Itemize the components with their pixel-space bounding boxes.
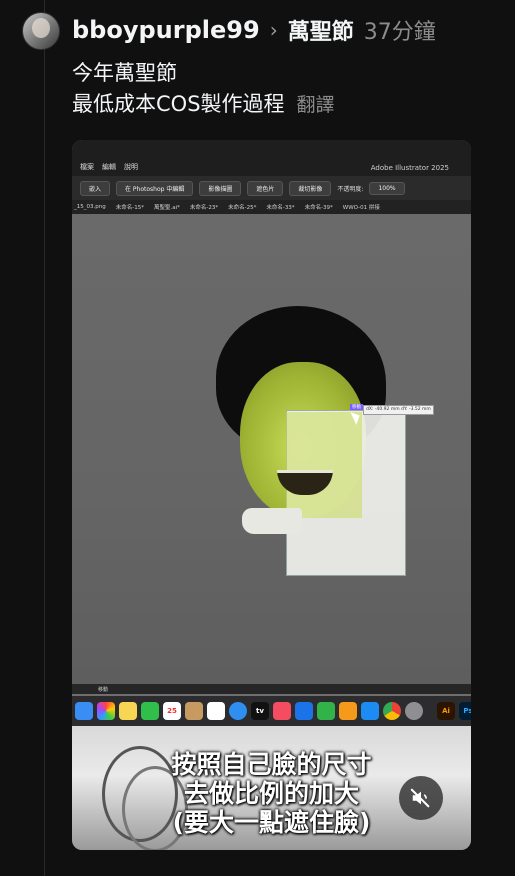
post-caption: 今年萬聖節 最低成本COS製作過程 翻譯 [72, 58, 335, 121]
appstore-icon [361, 702, 379, 720]
menu-file: 檔案 [80, 163, 94, 171]
settings-icon [405, 702, 423, 720]
illustrator-menubar: 檔案 編輯 說明 Adobe Illustrator 2025 [72, 140, 471, 176]
topic-tag[interactable]: 萬聖節 [288, 14, 354, 46]
caption-line-2-text: 最低成本COS製作過程 [72, 92, 285, 116]
illustrator-statusbar: 移動 [72, 684, 471, 694]
chevron-right-icon: › [269, 18, 278, 42]
caption-line-2: 最低成本COS製作過程 翻譯 [72, 89, 335, 121]
keynote-icon [295, 702, 313, 720]
speaker-muted-icon [410, 788, 430, 808]
collar-shape [242, 508, 302, 534]
calendar-icon: 25 [163, 702, 181, 720]
pages-icon [339, 702, 357, 720]
doc-tab: 未命名-23* [189, 205, 219, 211]
image-trace-button: 影像描圖 [199, 180, 242, 196]
appletv-icon: tv [251, 702, 269, 720]
translate-button[interactable]: 翻譯 [297, 94, 335, 116]
illustrator-menus: 檔案 編輯 說明 [80, 162, 138, 172]
username-link[interactable]: bboypurple99 [72, 16, 260, 44]
doc-tab: 未命名-39* [304, 205, 333, 211]
post-header: bboypurple99 › 萬聖節 37分鐘 [72, 12, 436, 48]
status-text: 移動 [98, 687, 109, 693]
music-icon [273, 702, 291, 720]
illustrator-title: Adobe Illustrator 2025 [370, 164, 449, 172]
photos-icon [97, 702, 115, 720]
cursor-readout: dX: -40.92 mm dY: -3.52 mm [363, 405, 434, 415]
numbers-icon [317, 702, 335, 720]
doc-tab: 未命名-33* [266, 205, 295, 211]
caption-line-1: 今年萬聖節 [72, 61, 177, 85]
finder-icon [75, 702, 93, 720]
post-timestamp: 37分鐘 [363, 20, 436, 45]
menu-edit: 編輯 [102, 163, 116, 171]
embed-button: 嵌入 [80, 180, 111, 196]
reminders-icon [207, 702, 225, 720]
opacity-value: 100% [369, 181, 405, 195]
doc-tab: _15_03.png [74, 204, 106, 210]
chrome-icon [383, 702, 401, 720]
opacity-label: 不透明度: [337, 185, 364, 193]
photoshop-edit-button: 在 Photoshop 中編輯 [116, 180, 194, 196]
video-player[interactable]: 檔案 編輯 說明 Adobe Illustrator 2025 嵌入 在 Pho… [72, 140, 471, 850]
doc-tab: 未命名-15* [115, 205, 144, 211]
face-overlay [286, 412, 362, 518]
doc-tab: 未命名-25* [228, 205, 257, 211]
photoshop-icon: Ps [459, 702, 471, 720]
crop-image-button: 裁切影像 [289, 180, 332, 196]
contacts-icon [185, 702, 203, 720]
notes-icon [119, 702, 137, 720]
facetime-icon [141, 702, 159, 720]
doc-tab: WWO-01 拼接 [342, 205, 380, 211]
doc-tab: 萬聖聖.ai* [153, 205, 180, 211]
illustrator-toolbar: 嵌入 在 Photoshop 中編輯 影像描圖 遮色片 裁切影像 不透明度: 1… [72, 176, 471, 200]
mute-button[interactable] [399, 776, 443, 820]
mac-dock: 25 tv Ai Ps [72, 696, 471, 726]
avatar[interactable] [22, 12, 60, 50]
mask-button: 遮色片 [247, 180, 284, 196]
illustrator-icon: Ai [437, 702, 455, 720]
illustrator-doc-tabs: _15_03.png 未命名-15* 萬聖聖.ai* 未命名-23* 未命名-2… [72, 200, 471, 214]
safari-icon [229, 702, 247, 720]
thread-line [44, 0, 45, 876]
menu-help: 說明 [124, 163, 138, 171]
subtitle-line-1: 按照自己臉的尺寸 [171, 750, 372, 779]
